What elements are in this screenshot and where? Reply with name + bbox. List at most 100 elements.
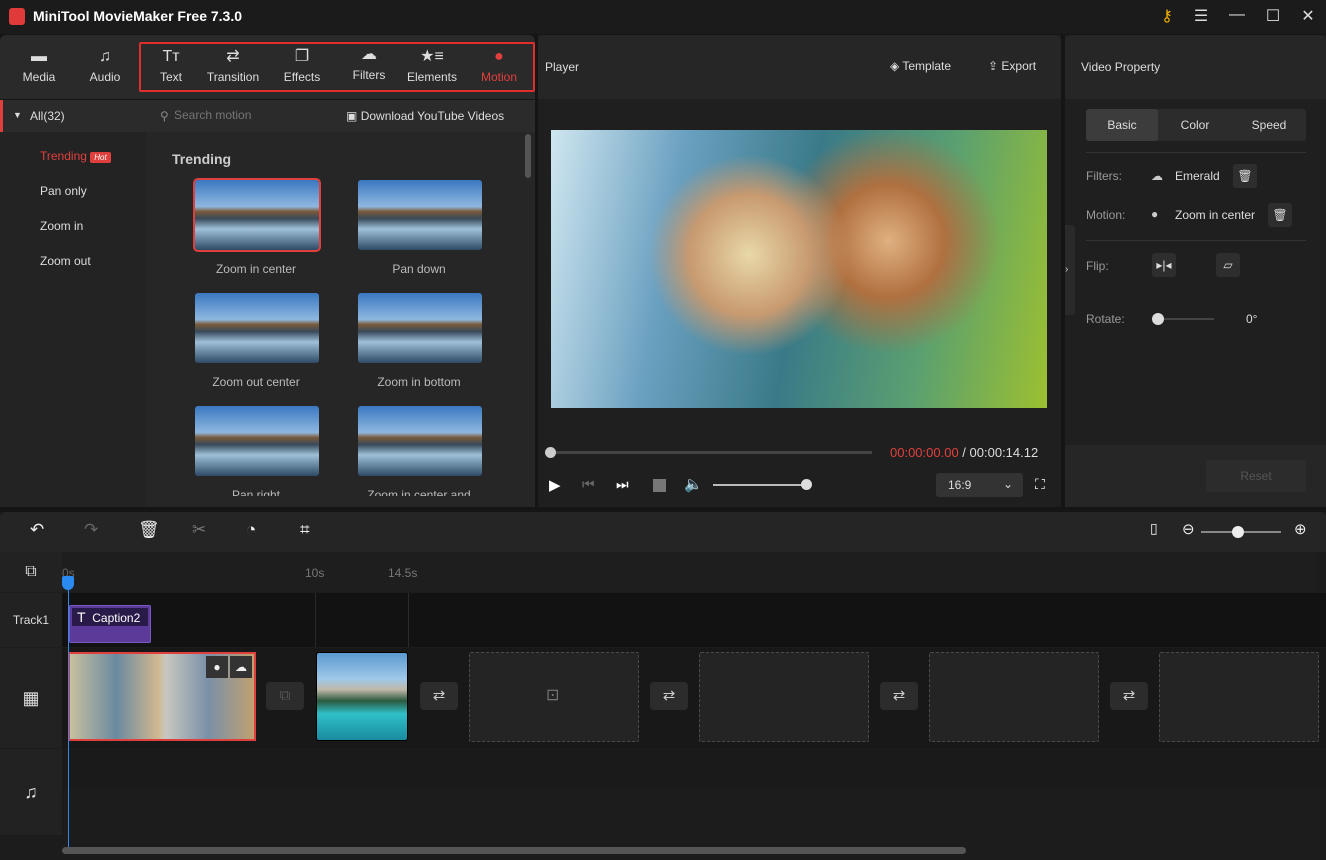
tab-basic[interactable]: Basic xyxy=(1086,109,1158,141)
template-button[interactable]: ◈ Template xyxy=(890,59,951,73)
next-frame-icon[interactable]: ⏭ xyxy=(616,476,629,493)
chevron-down-icon: ⌄ xyxy=(1002,477,1013,491)
horizontal-scrollbar[interactable] xyxy=(62,847,966,854)
filters-icon: ☁ xyxy=(230,656,252,678)
folder-icon: ▬ xyxy=(31,48,47,65)
current-time: 00:00:00.00 xyxy=(890,445,959,460)
text-icon: T xyxy=(77,609,86,625)
redo-icon[interactable]: ↷ xyxy=(84,520,98,540)
maximize-icon[interactable]: ☐ xyxy=(1262,6,1284,26)
player-title: Player xyxy=(545,60,580,74)
rotate-slider[interactable] xyxy=(1158,318,1214,320)
delete-motion-button[interactable]: 🗑 xyxy=(1268,203,1292,227)
audio-track[interactable] xyxy=(62,749,1326,789)
category-zoom-out[interactable]: Zoom out xyxy=(40,254,91,268)
hot-badge: Hot xyxy=(90,152,111,163)
tab-speed[interactable]: Speed xyxy=(1232,109,1306,141)
motion-icon: ● xyxy=(206,656,228,678)
video-clip-1[interactable]: ● ☁ xyxy=(68,652,256,741)
caption-clip[interactable]: T Caption2 xyxy=(69,605,151,643)
transition-button-1[interactable]: ⇄ xyxy=(420,682,458,710)
video-preview xyxy=(551,130,1047,408)
search-input[interactable] xyxy=(174,108,334,122)
property-panel: Video Property › Filters: ☁ Emerald 🗑 Mo… xyxy=(1065,35,1326,507)
download-youtube-button[interactable]: ▣ Download YouTube Videos xyxy=(346,109,504,123)
fullscreen-icon[interactable]: ⛶ xyxy=(1035,476,1045,493)
tab-media[interactable]: ▬ Media xyxy=(10,35,68,99)
app-title: MiniTool MovieMaker Free 7.3.0 xyxy=(33,8,243,24)
transition-slot-1[interactable]: ⧉ xyxy=(266,682,304,710)
motion-thumb-zoom-out-center[interactable] xyxy=(195,293,319,363)
playhead-handle[interactable] xyxy=(62,576,74,590)
close-icon[interactable]: ✕ xyxy=(1297,6,1319,26)
motion-library: ⚲ ▣ Download YouTube Videos Trending Zoo… xyxy=(146,100,535,507)
menu-icon[interactable]: ☰ xyxy=(1190,6,1212,26)
motion-thumb-zoom-in-center[interactable] xyxy=(193,178,321,252)
export-button[interactable]: ⇪ Export xyxy=(988,59,1036,73)
flip-vertical-button[interactable]: ⏥ xyxy=(1216,253,1240,277)
zoom-in-icon[interactable]: ⊕ xyxy=(1294,520,1307,538)
empty-clip-slot[interactable] xyxy=(1159,652,1319,742)
add-track-icon[interactable]: ⧉ xyxy=(0,552,62,592)
category-sidebar: ▼ All(32) Trending Hot Pan only Zoom in … xyxy=(0,100,146,507)
motion-thumb-pan-right[interactable] xyxy=(195,406,319,476)
flip-horizontal-button[interactable]: ▸|◂ xyxy=(1152,253,1176,277)
timeline-zoom-handle[interactable] xyxy=(1232,526,1244,538)
video-track-icon: ▦ xyxy=(0,648,62,748)
category-pan-only[interactable]: Pan only xyxy=(40,184,87,198)
motion-thumb-zoom-in-bottom[interactable] xyxy=(358,293,482,363)
volume-slider[interactable] xyxy=(713,484,805,486)
motion-icon: ● xyxy=(1151,207,1159,221)
stop-icon[interactable] xyxy=(653,479,666,492)
youtube-icon: ▣ xyxy=(346,109,358,123)
scrollbar[interactable] xyxy=(525,134,531,178)
volume-icon[interactable]: 🔈 xyxy=(684,475,703,493)
delete-icon[interactable]: 🗑 xyxy=(138,520,160,540)
import-icon: ⊡ xyxy=(546,687,560,704)
motion-thumb-pan-down[interactable] xyxy=(358,180,482,250)
filter-value: Emerald xyxy=(1175,169,1220,183)
crop-icon[interactable]: ⌗ xyxy=(300,520,310,540)
tab-audio[interactable]: ♫ Audio xyxy=(78,35,132,99)
app-logo xyxy=(9,8,25,25)
empty-clip-slot[interactable] xyxy=(699,652,869,742)
fit-icon[interactable]: ▯ xyxy=(1150,520,1158,537)
volume-handle[interactable] xyxy=(801,479,812,490)
playhead[interactable] xyxy=(68,578,69,848)
play-icon[interactable]: ▶ xyxy=(549,476,561,494)
upload-icon: ⇪ xyxy=(988,59,999,73)
prev-frame-icon[interactable]: ⏮ xyxy=(582,476,595,493)
motion-thumb-zoom-in-center-and[interactable] xyxy=(358,406,482,476)
transition-button-3[interactable]: ⇄ xyxy=(880,682,918,710)
track1-label: Track1 xyxy=(0,593,62,647)
key-icon[interactable]: ⚷ xyxy=(1156,6,1178,26)
speed-icon[interactable]: ◔ xyxy=(246,520,256,540)
time-ruler[interactable]: 0s 10s 14.5s xyxy=(62,552,1316,592)
collapse-handle[interactable]: › xyxy=(1065,225,1075,315)
property-tabs: Basic Color Speed xyxy=(1086,109,1306,141)
scissors-icon[interactable]: ✂ xyxy=(192,520,206,540)
category-zoom-in[interactable]: Zoom in xyxy=(40,219,83,233)
reset-button[interactable]: Reset xyxy=(1206,460,1306,492)
delete-filter-button[interactable]: 🗑 xyxy=(1233,164,1257,188)
filters-icon: ☁ xyxy=(1151,169,1163,183)
transition-button-4[interactable]: ⇄ xyxy=(1110,682,1148,710)
audio-track-icon: ♫ xyxy=(0,749,62,835)
category-all[interactable]: ▼ All(32) xyxy=(0,100,146,132)
category-trending[interactable]: Trending Hot xyxy=(40,149,111,163)
progress-handle[interactable] xyxy=(545,447,556,458)
undo-icon[interactable]: ↶ xyxy=(30,520,44,540)
rotate-handle[interactable] xyxy=(1152,313,1164,325)
caret-down-icon: ▼ xyxy=(13,110,22,120)
empty-clip-slot[interactable]: ⊡ xyxy=(469,652,639,742)
zoom-out-icon[interactable]: ⊖ xyxy=(1182,520,1195,538)
layers-icon: ◈ xyxy=(890,59,900,73)
video-clip-2[interactable] xyxy=(316,652,408,741)
aspect-ratio-select[interactable]: 16:9 ⌄ xyxy=(936,473,1023,497)
transition-button-2[interactable]: ⇄ xyxy=(650,682,688,710)
rotate-value: 0° xyxy=(1246,312,1258,326)
empty-clip-slot[interactable] xyxy=(929,652,1099,742)
minimize-icon[interactable]: — xyxy=(1226,6,1248,24)
progress-bar[interactable] xyxy=(550,451,872,454)
tab-color[interactable]: Color xyxy=(1158,109,1232,141)
